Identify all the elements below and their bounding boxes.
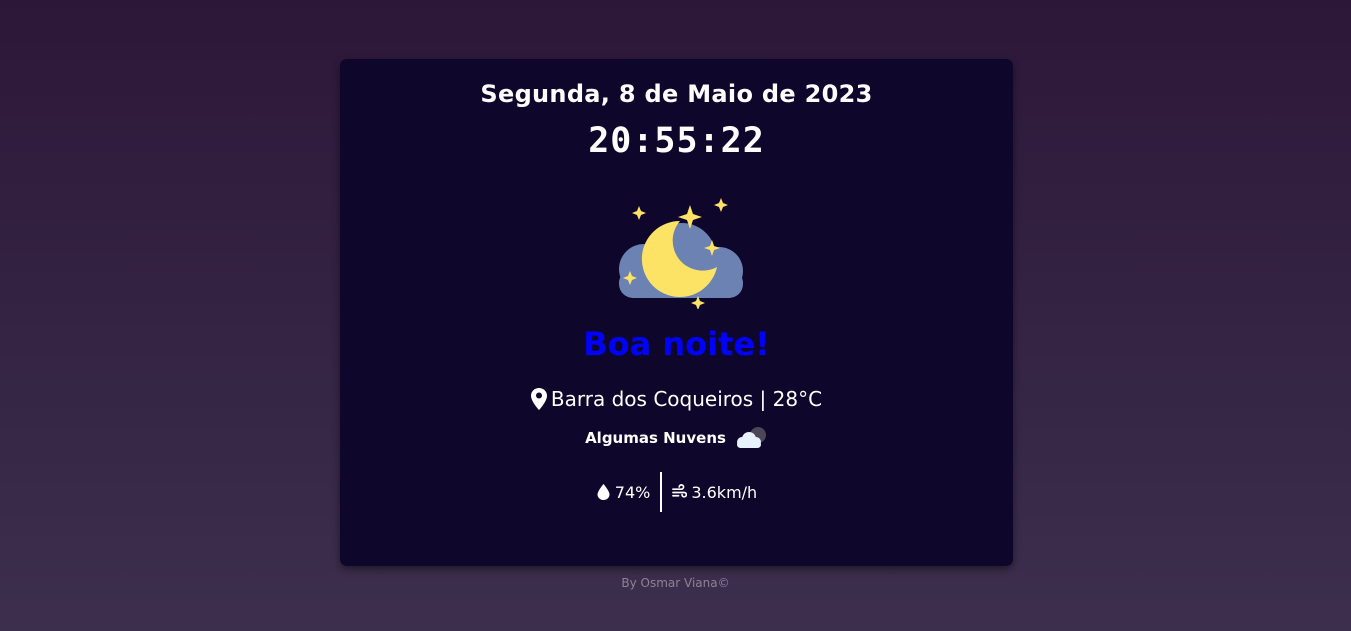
cloud-moon-icon	[736, 427, 766, 448]
conditions-row: Algumas Nuvens	[340, 426, 1013, 450]
map-pin-icon	[530, 388, 547, 410]
greeting-text: Boa noite!	[583, 325, 770, 363]
location-row: Barra dos Coqueiros | 28°C	[340, 387, 1013, 411]
wind-value: 3.6km/h	[691, 482, 758, 502]
humidity-value: 74%	[614, 482, 651, 502]
moon-cloud-stars-icon	[619, 198, 743, 309]
location-text: Barra dos Coqueiros | 28°C	[550, 387, 823, 411]
wind-stat: 3.6km/h	[662, 483, 767, 502]
clock-time: 20:55:22	[588, 121, 765, 161]
humidity-stat: 74%	[586, 483, 661, 502]
water-drop-icon	[597, 484, 610, 500]
date-label: Segunda, 8 de Maio de 2023	[480, 80, 873, 108]
weather-card: Segunda, 8 de Maio de 2023 20:55:22 Boa …	[340, 59, 1013, 566]
conditions-text: Algumas Nuvens	[585, 429, 726, 447]
wind-icon	[672, 484, 688, 498]
stats-row: 74% 3.6km/h	[340, 472, 1013, 512]
footer-credit: By Osmar Viana©	[621, 576, 730, 590]
